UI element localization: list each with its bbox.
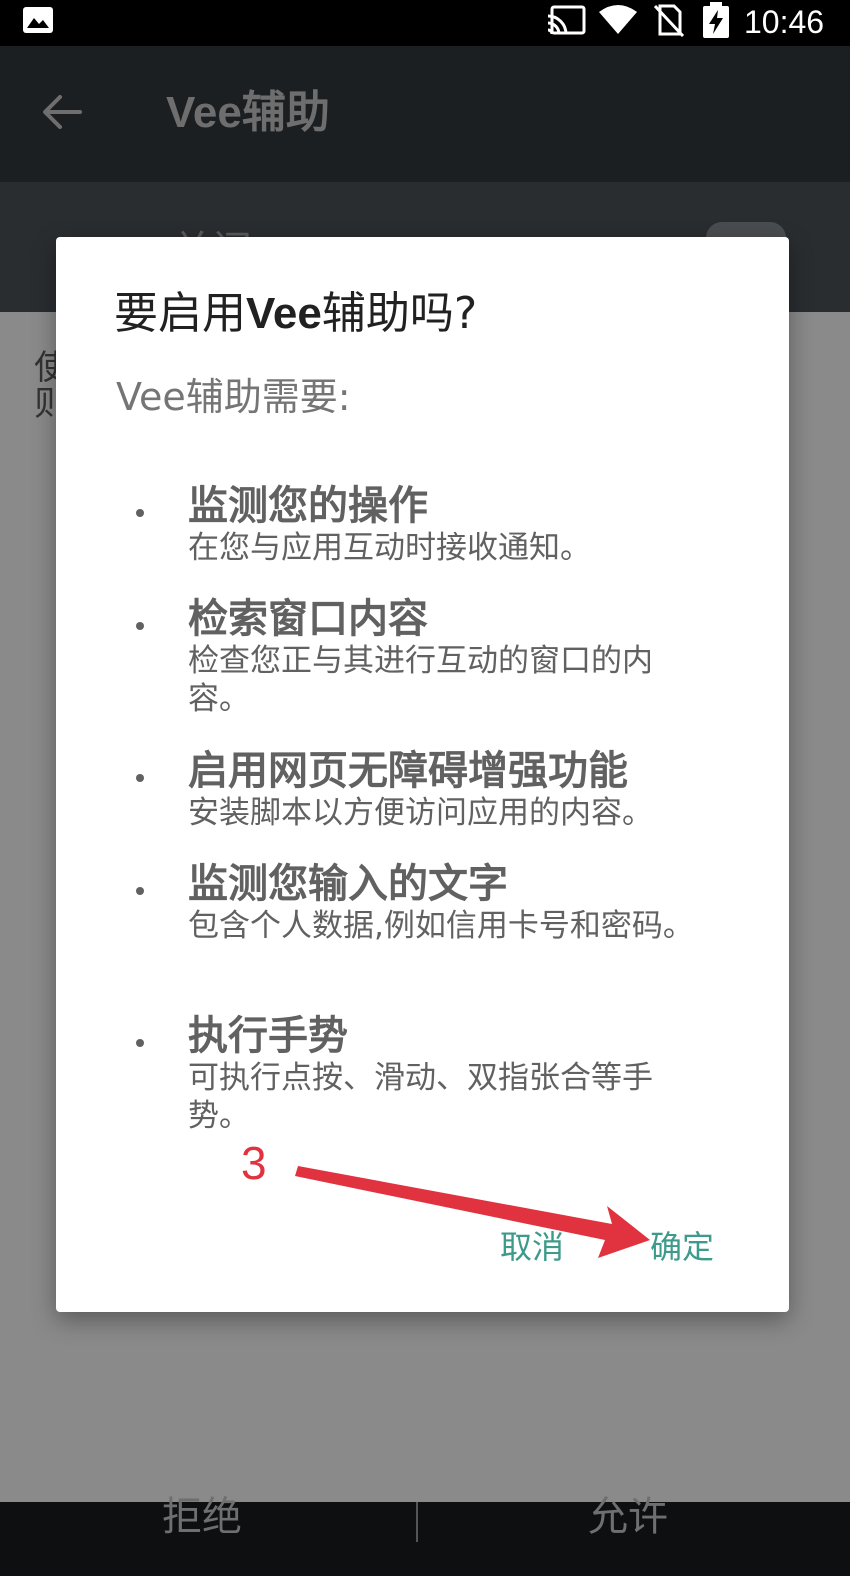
bullet-icon [136,509,144,517]
permission-description: 在您与应用互动时接收通知。 [188,530,591,566]
permission-bottom-bar: 拒绝 允许 [0,1494,850,1576]
bullet-icon [136,774,144,782]
permission-description: 安装脚本以方便访问应用的内容。 [188,795,653,831]
back-arrow-icon[interactable] [40,90,84,134]
service-description: 使则 [34,350,58,422]
status-bar: 10:46 [0,0,850,46]
app-title: Vee辅助 [166,88,330,137]
permission-title: 检索窗口内容 [188,596,428,642]
cancel-button[interactable]: 取消 [500,1227,564,1267]
permission-title: 执行手势 [188,1013,348,1059]
bullet-icon [136,887,144,895]
bullet-icon [136,622,144,630]
permission-title: 监测您的操作 [188,483,428,529]
cast-icon [547,5,586,35]
permission-description: 包含个人数据,例如信用卡号和密码。 [188,908,694,944]
step-number-label: 3 [241,1137,267,1189]
bullet-icon [136,1039,144,1047]
dialog-title: 要启用Vee辅助吗? [114,287,477,341]
button-divider [416,1502,418,1542]
permission-title: 启用网页无障碍增强功能 [188,748,628,794]
permission-description: 检查您正与其进行互动的窗口的内容。 [188,643,653,717]
no-sim-icon [653,4,685,37]
wifi-icon [599,5,637,34]
clock: 10:46 [744,4,825,40]
app-bar: Vee辅助 [0,46,850,182]
deny-button[interactable]: 拒绝 [162,1484,242,1542]
dialog-title-app: Vee [246,289,322,338]
gallery-icon [23,7,53,33]
permission-description: 可执行点按、滑动、双指张合等手势。 [188,1060,653,1134]
battery-charging-icon [703,2,729,38]
dialog-subtitle: Vee辅助需要: [116,375,351,419]
dialog-title-prefix: 要启用 [114,288,246,339]
enable-service-dialog: 要启用Vee辅助吗? Vee辅助需要: 监测您的操作 在您与应用互动时接收通知。… [56,237,789,1312]
dialog-title-suffix: 辅助吗? [321,288,478,339]
ok-button[interactable]: 确定 [650,1227,714,1267]
permission-title: 监测您输入的文字 [188,861,508,907]
allow-button[interactable]: 允许 [588,1484,668,1542]
